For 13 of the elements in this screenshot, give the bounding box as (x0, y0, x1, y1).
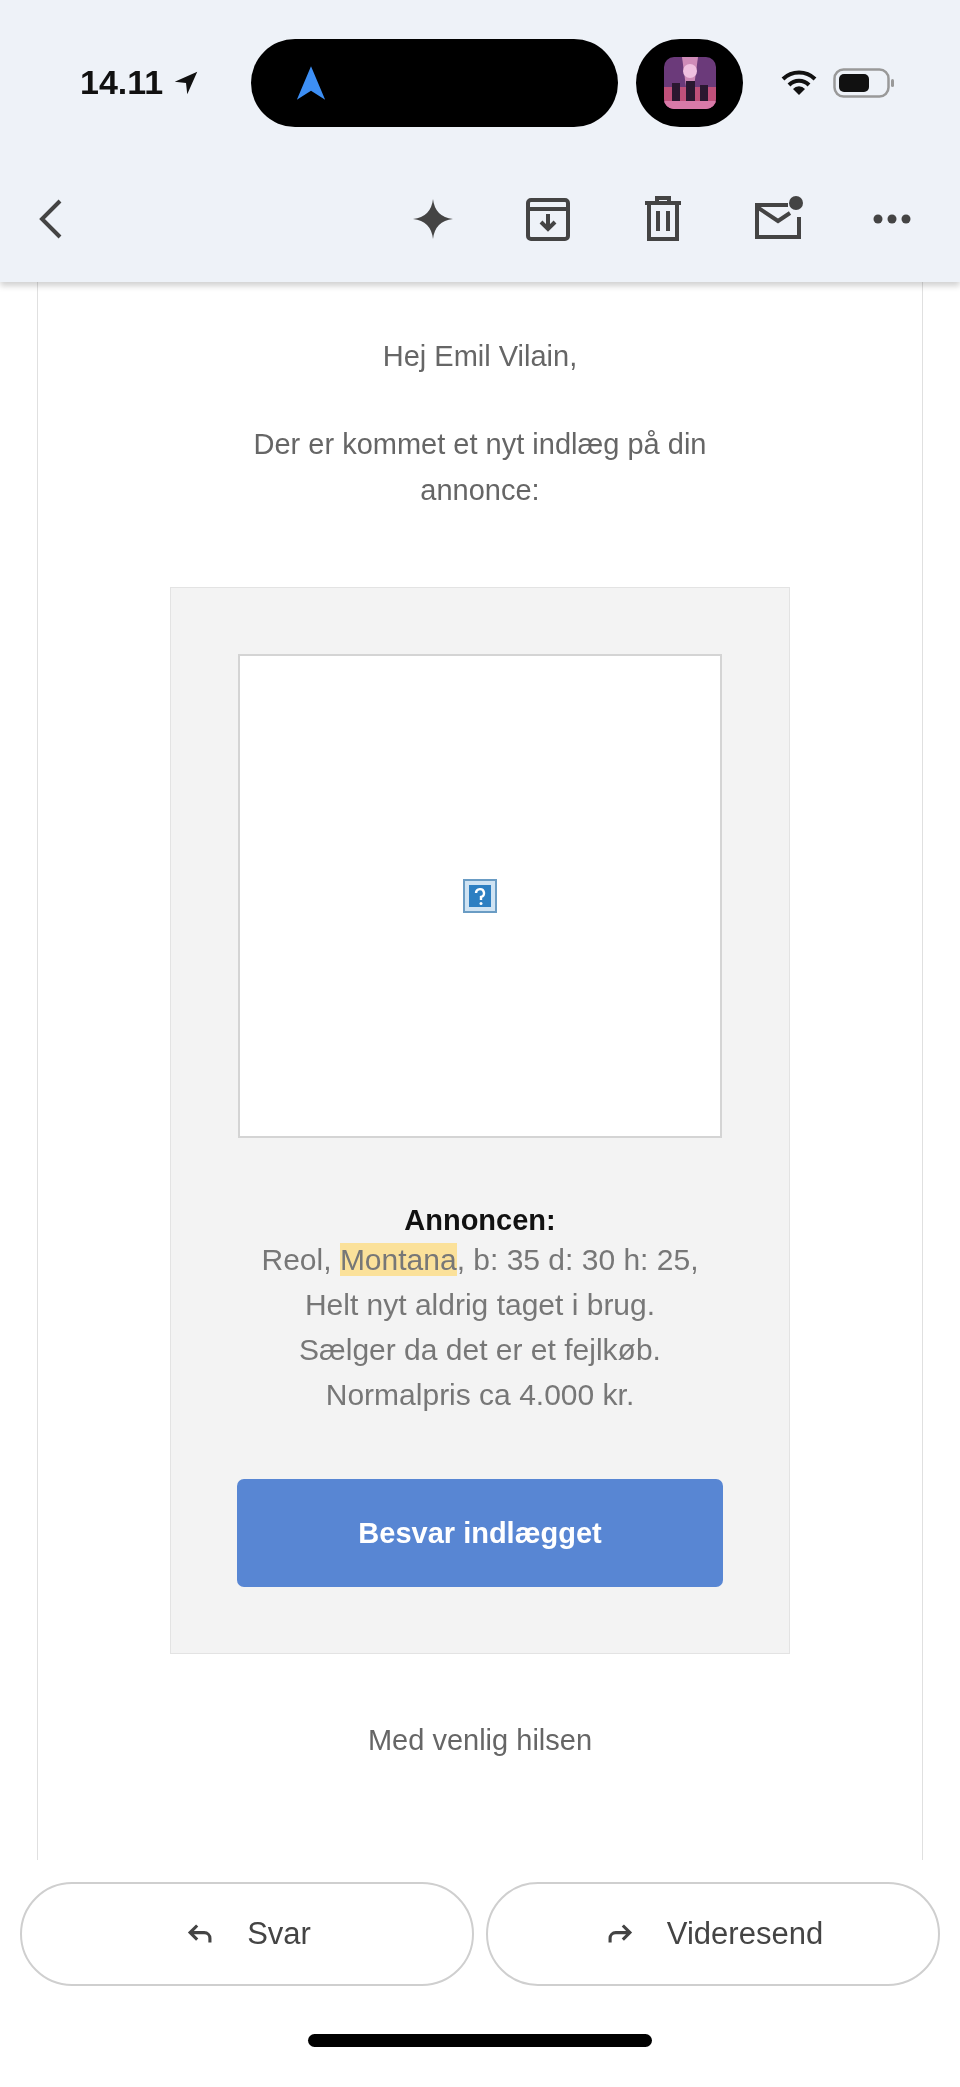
listing-description: Reol, Montana, b: 35 d: 30 h: 25, Helt nyt aldrig taget i brug. Sælger da det er et fejlkøb. Normalpris ca 4.000 kr. (261, 1242, 699, 1413)
broken-image-icon (463, 879, 497, 913)
greeting: Hej Emil Vilain, (382, 340, 578, 373)
listing-heading: Annoncen: (404, 1204, 556, 1237)
navigation-arrow-icon (295, 64, 328, 101)
intro-text: Der er kommet et nyt indlæg på din annonce: (252, 427, 708, 508)
reply-button[interactable]: Svar (20, 1882, 474, 1986)
status-time: 14.11 (80, 63, 164, 102)
forward-button[interactable]: Videresend (486, 1882, 940, 1986)
closing-text: Med venlig hilsen (367, 1724, 593, 1757)
reply-post-button[interactable]: Besvar indlægget (237, 1479, 723, 1587)
battery-icon (833, 67, 896, 98)
wifi-icon (781, 68, 818, 97)
